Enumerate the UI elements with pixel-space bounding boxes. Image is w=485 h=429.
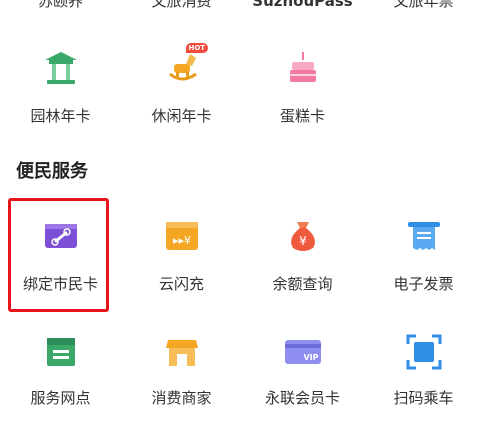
scan-icon: [402, 330, 446, 374]
rocking-horse-icon: HOT: [160, 43, 209, 90]
tile-balance-query[interactable]: ¥ 余额查询: [242, 214, 363, 314]
tile-label: 园林年卡: [30, 107, 91, 125]
tile-leisure-annual-card[interactable]: HOT 休闲年卡: [121, 43, 242, 146]
tile-label: 蛋糕卡: [279, 107, 325, 125]
tile-label: 消费商家: [151, 389, 212, 407]
receipt-icon: [402, 214, 446, 258]
tile-cake-card[interactable]: 蛋糕卡: [242, 46, 363, 146]
tile-scan-to-ride[interactable]: 扫码乘车: [363, 330, 484, 429]
tile-quick-pass-top-up[interactable]: ▸▸¥ 云闪充: [121, 214, 242, 314]
top-row-cut-off: 苏颐养 文旅消费 SuzhouPass 文旅年票: [0, 0, 485, 11]
shop-icon: [160, 330, 204, 374]
tile-label: 永联会员卡: [264, 389, 340, 407]
top-item-1[interactable]: 文旅消费: [121, 0, 242, 11]
pavilion-icon: [39, 46, 83, 90]
top-item-2[interactable]: SuzhouPass: [242, 0, 363, 11]
hot-badge: HOT: [185, 43, 209, 53]
service-page: 苏颐养 文旅消费 SuzhouPass 文旅年票 园林年卡 HOT 休闲年卡 蛋…: [0, 0, 485, 429]
top-item-3[interactable]: 文旅年票: [363, 0, 484, 11]
tile-label: 扫码乘车: [393, 389, 454, 407]
tile-merchants[interactable]: 消费商家: [121, 330, 242, 429]
link-card-icon: [39, 214, 83, 258]
tile-label: 云闪充: [158, 275, 204, 293]
tile-label: 休闲年卡: [151, 107, 212, 125]
vip-card-icon: VIP: [281, 330, 325, 374]
tile-yonglian-member-card[interactable]: VIP 永联会员卡: [242, 330, 363, 429]
section-title: 便民服务: [16, 161, 88, 182]
tile-e-invoice[interactable]: 电子发票: [363, 214, 484, 314]
cake-icon: [281, 46, 325, 90]
money-bag-icon: ¥: [281, 214, 325, 258]
tile-label: 服务网点: [30, 389, 91, 407]
tile-label: 电子发票: [393, 275, 454, 293]
svg-text:¥: ¥: [299, 234, 307, 248]
svg-text:▸▸¥: ▸▸¥: [172, 234, 190, 247]
tile-garden-annual-card[interactable]: 园林年卡: [0, 46, 121, 146]
service-point-icon: [39, 330, 83, 374]
card-reader-icon: ▸▸¥: [160, 214, 204, 258]
tile-label: 绑定市民卡: [22, 275, 98, 293]
svg-text:VIP: VIP: [303, 353, 318, 362]
tile-bind-citizen-card[interactable]: 绑定市民卡: [0, 214, 121, 314]
tile-service-outlets[interactable]: 服务网点: [0, 330, 121, 429]
tile-label: 余额查询: [272, 275, 333, 293]
top-item-0[interactable]: 苏颐养: [0, 0, 121, 11]
